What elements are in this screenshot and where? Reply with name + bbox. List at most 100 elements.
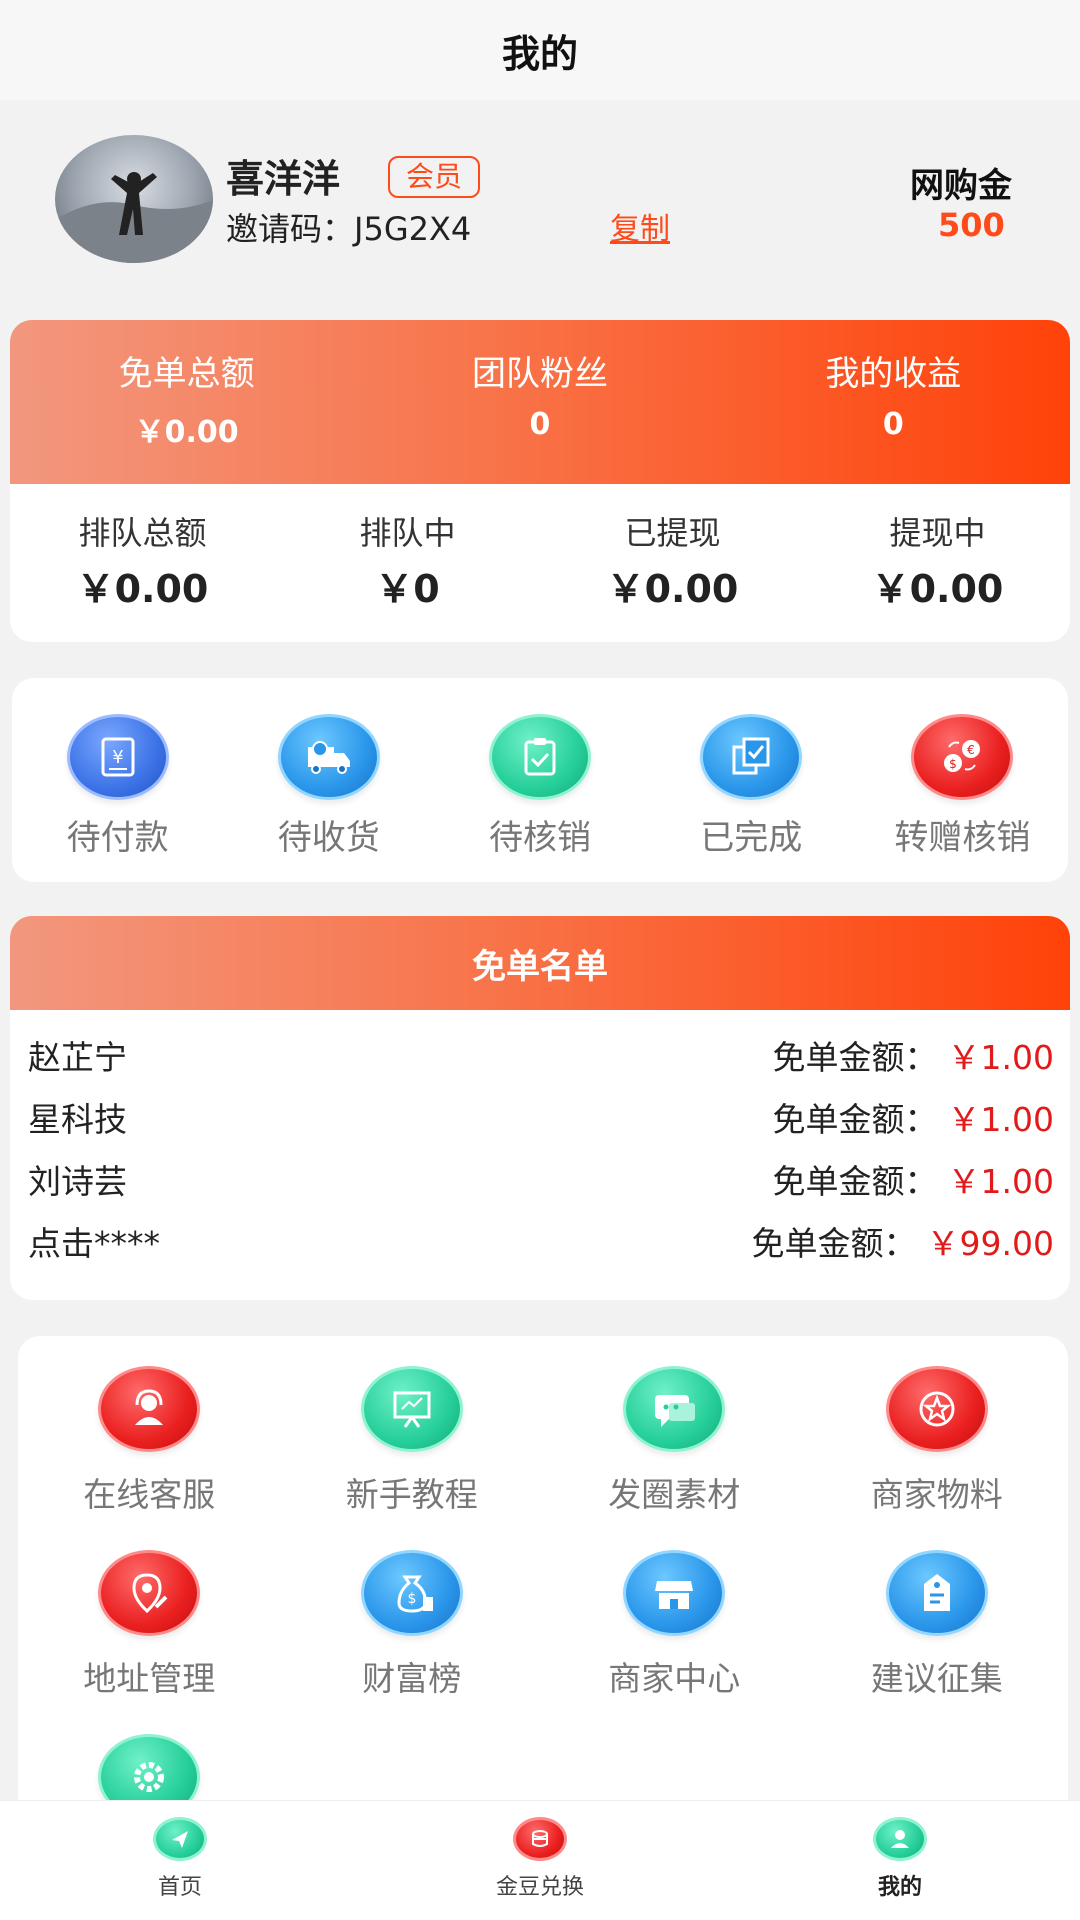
invite-code: J5G2X4 [354,210,472,248]
order-label: 转赠核销 [894,818,1031,858]
menu-item-suggestions[interactable]: 建议征集 [806,1536,1069,1720]
list-item-name: 刘诗芸 [28,1162,127,1201]
store-icon [623,1550,726,1636]
stat-label: 排队中 [359,514,456,552]
chat-bubble-icon [623,1366,726,1452]
list-item: 星科技 免单金额： ￥1.00 [28,1086,1054,1148]
menu-label: 地址管理 [83,1659,216,1698]
menu-item-wealth-rank[interactable]: $ 财富榜 [281,1536,544,1720]
list-item-name: 星科技 [28,1100,127,1139]
home-arrow-icon [153,1817,207,1861]
order-pending-receipt[interactable]: 待收货 [223,678,434,882]
stat-label: 我的收益 [825,354,962,394]
order-pending-payment[interactable]: ¥ 待付款 [12,678,223,882]
menu-item-merchant-materials[interactable]: 商家物料 [806,1352,1069,1536]
tab-label: 首页 [157,1875,202,1900]
money-bag-icon: $ [360,1550,463,1636]
list-item-amount: ￥1.00 [947,1162,1054,1201]
menu-label: 商家物料 [870,1475,1003,1514]
stat-value: ￥0.00 [606,567,739,611]
tab-gold-bean-exchange[interactable]: 金豆兑换 [360,1801,720,1920]
menu-item-address[interactable]: 地址管理 [18,1536,281,1720]
tab-mine[interactable]: 我的 [720,1801,1080,1920]
stat-label: 已提现 [624,514,721,552]
stat-free-total[interactable]: 免单总额 ￥0.00 [10,320,363,484]
stat-label: 排队总额 [78,514,207,552]
top-bar: 我的 [0,0,1080,100]
free-list-title: 免单名单 [10,916,1070,1010]
stat-queuing[interactable]: 排队中 ￥0 [275,484,540,642]
wallet-label: 网购金 [910,166,1012,206]
avatar[interactable] [55,135,213,263]
customer-service-icon [98,1366,201,1452]
menu-item-share-material[interactable]: 发圈素材 [543,1352,806,1536]
menu-label: 商家中心 [608,1659,741,1698]
wallet-value[interactable]: 500 [938,206,1005,244]
list-item: 点击**** 免单金额： ￥99.00 [28,1210,1054,1272]
member-badge: 会员 [388,156,481,198]
profile-section: 喜洋洋 会员 邀请码：J5G2X4 复制 网购金 500 [0,100,1080,310]
invite-label: 邀请码： [226,210,355,248]
menu-label: 建议征集 [870,1659,1003,1698]
list-item-amount-row: 免单金额： ￥1.00 [773,1155,1054,1203]
order-completed[interactable]: 已完成 [646,678,857,882]
order-label: 已完成 [700,818,803,858]
stat-value: 0 [882,407,904,442]
bottom-tab-bar: 首页 金豆兑换 我的 [0,1800,1080,1920]
stats-top-row: 免单总额 ￥0.00 团队粉丝 0 我的收益 0 [10,320,1070,484]
list-item-amount-row: 免单金额： ￥1.00 [773,1093,1054,1141]
menu-label: 在线客服 [83,1475,216,1514]
list-item: 赵芷宁 免单金额： ￥1.00 [28,1024,1054,1086]
order-label: 待付款 [66,818,169,858]
list-item-amount: ￥1.00 [947,1038,1054,1077]
star-badge-icon [885,1366,988,1452]
menu-item-customer-service[interactable]: 在线客服 [18,1352,281,1536]
user-name: 喜洋洋 [226,157,341,201]
list-item-amount-row: 免单金额： ￥99.00 [752,1217,1054,1265]
payment-pending-icon: ¥ [66,714,169,800]
stat-withdrawn[interactable]: 已提现 ￥0.00 [540,484,805,642]
stat-label: 提现中 [889,514,986,552]
menu-item-merchant-center[interactable]: 商家中心 [543,1536,806,1720]
order-pending-verify[interactable]: 待核销 [434,678,645,882]
stat-label: 免单总额 [118,354,255,394]
tab-label: 我的 [877,1875,922,1900]
menu-label: 财富榜 [362,1659,462,1698]
orders-card: ¥ 待付款 待收货 待核销 已完成 $ € 转赠核销 [12,678,1068,882]
list-item-amount: ￥99.00 [926,1224,1054,1263]
suggestion-tag-icon [885,1550,988,1636]
list-item-name: 赵芷宁 [28,1038,127,1077]
currency-exchange-icon: $ € [911,714,1014,800]
free-list-rows: 赵芷宁 免单金额： ￥1.00 星科技 免单金额： ￥1.00 刘诗芸 免单金额： ￥… [10,1010,1070,1272]
page-title: 我的 [501,31,578,76]
stat-value: 0 [529,407,551,442]
order-label: 待核销 [489,818,591,858]
stat-value: ￥0.00 [871,567,1004,611]
location-pin-icon [98,1550,201,1636]
stat-my-earnings[interactable]: 我的收益 0 [717,320,1070,484]
stat-value: ￥0.00 [76,567,209,611]
order-gift-verify[interactable]: $ € 转赠核销 [857,678,1068,882]
tutorial-board-icon [360,1366,463,1452]
invite-code-row: 邀请码：J5G2X4 [226,204,471,250]
stat-label: 团队粉丝 [471,354,608,394]
amount-label: 免单金额： [772,1038,938,1077]
delivery-truck-icon [277,714,380,800]
stat-team-fans[interactable]: 团队粉丝 0 [363,320,716,484]
menu-item-tutorial[interactable]: 新手教程 [281,1352,544,1536]
stat-value: ￥0 [375,567,440,611]
copy-button[interactable]: 复制 [610,204,670,248]
svg-text:€: € [968,743,976,757]
amount-label: 免单金额： [751,1224,917,1263]
tab-home[interactable]: 首页 [0,1801,360,1920]
stat-queue-total[interactable]: 排队总额 ￥0.00 [10,484,275,642]
tab-label: 金豆兑换 [495,1875,584,1900]
menu-label: 新手教程 [345,1475,478,1514]
free-list-card: 免单名单 赵芷宁 免单金额： ￥1.00 星科技 免单金额： ￥1.00 刘诗芸 免… [10,916,1070,1300]
list-item-amount: ￥1.00 [947,1100,1054,1139]
stats-card: 免单总额 ￥0.00 团队粉丝 0 我的收益 0 排队总额 ￥0.00 排队中 … [10,320,1070,642]
list-item: 刘诗芸 免单金额： ￥1.00 [28,1148,1054,1210]
svg-text:¥: ¥ [112,747,123,768]
stat-withdrawing[interactable]: 提现中 ￥0.00 [805,484,1070,642]
amount-label: 免单金额： [772,1162,938,1201]
